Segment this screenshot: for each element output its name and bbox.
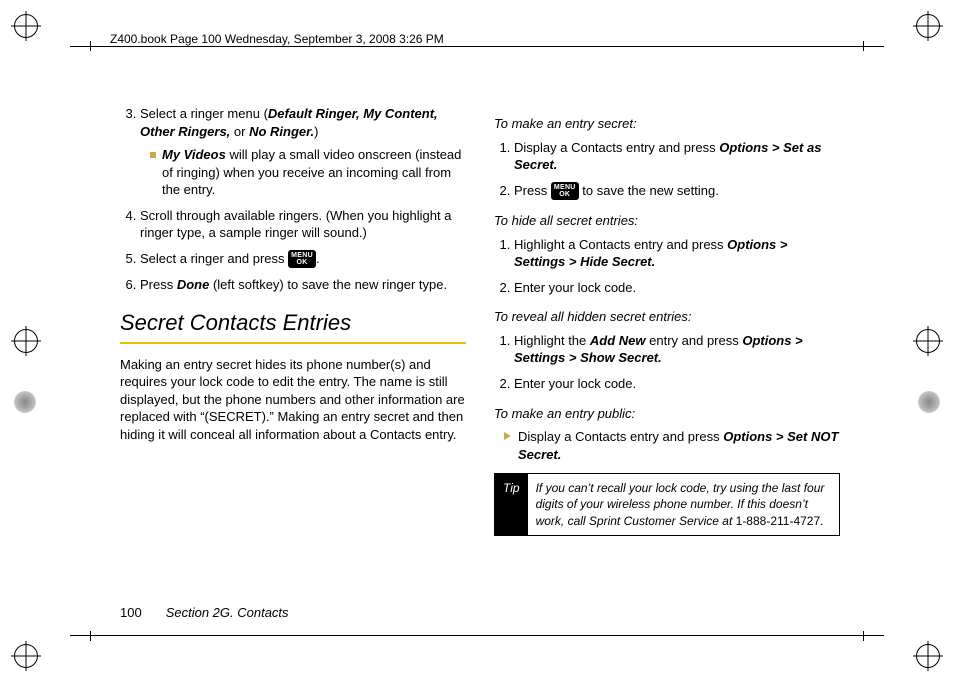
task1-step2: Press MENUOK to save the new setting. bbox=[514, 182, 840, 201]
left-column: Select a ringer menu (Default Ringer, My… bbox=[120, 105, 466, 605]
section-heading: Secret Contacts Entries bbox=[120, 308, 466, 338]
tick-icon bbox=[90, 631, 91, 641]
step-3-sub-item: My Videos will play a small video onscre… bbox=[150, 146, 466, 199]
t3s1b: entry and press bbox=[646, 333, 743, 348]
task3-step2: Enter your lock code. bbox=[514, 375, 840, 393]
registration-dot-icon bbox=[918, 391, 940, 413]
task4-steps: Display a Contacts entry and press Optio… bbox=[494, 428, 840, 463]
step-3-sub: My Videos will play a small video onscre… bbox=[140, 146, 466, 199]
tick-icon bbox=[863, 41, 864, 51]
step-5-a: Select a ringer and press bbox=[140, 251, 288, 266]
tip-label: Tip bbox=[495, 474, 528, 535]
step-3-or: or bbox=[230, 124, 249, 139]
page-number: 100 bbox=[120, 605, 142, 620]
crop-mark-icon bbox=[916, 14, 940, 38]
done-softkey: Done bbox=[177, 277, 210, 292]
crop-mark-icon bbox=[916, 644, 940, 668]
step-5: Select a ringer and press MENUOK. bbox=[140, 250, 466, 269]
step-3-close: ) bbox=[314, 124, 318, 139]
task4-step1: Display a Contacts entry and press Optio… bbox=[504, 428, 840, 463]
crop-mark-icon bbox=[916, 329, 940, 353]
task2-steps: Highlight a Contacts entry and press Opt… bbox=[494, 236, 840, 297]
registration-dot-icon bbox=[14, 391, 36, 413]
step-3-last: No Ringer. bbox=[249, 124, 314, 139]
t1s2b: to save the new setting. bbox=[579, 183, 719, 198]
step-6: Press Done (left softkey) to save the ne… bbox=[140, 276, 466, 294]
task1-steps: Display a Contacts entry and press Optio… bbox=[494, 139, 840, 201]
t4s1a: Display a Contacts entry and press bbox=[518, 429, 723, 444]
step-4: Scroll through available ringers. (When … bbox=[140, 207, 466, 242]
task3-steps: Highlight the Add New entry and press Op… bbox=[494, 332, 840, 393]
t2s1a: Highlight a Contacts entry and press bbox=[514, 237, 727, 252]
step-6-b: (left softkey) to save the new ringer ty… bbox=[209, 277, 447, 292]
menu-ok-key-icon: MENUOK bbox=[551, 182, 579, 200]
top-rule bbox=[70, 46, 884, 47]
tip-box: Tip If you can’t recall your lock code, … bbox=[494, 473, 840, 536]
crop-mark-icon bbox=[14, 644, 38, 668]
step-3: Select a ringer menu (Default Ringer, My… bbox=[140, 105, 466, 199]
menu-ok-key-icon: MENUOK bbox=[288, 250, 316, 268]
t1s2a: Press bbox=[514, 183, 551, 198]
t1s1a: Display a Contacts entry and press bbox=[514, 140, 719, 155]
task-make-secret: To make an entry secret: bbox=[494, 115, 840, 133]
page-header: Z400.book Page 100 Wednesday, September … bbox=[110, 32, 444, 46]
heading-rule bbox=[120, 342, 466, 344]
crop-mark-icon bbox=[14, 14, 38, 38]
my-videos-label: My Videos bbox=[162, 147, 226, 162]
tip-body: If you can’t recall your lock code, try … bbox=[528, 474, 839, 535]
task-hide-all: To hide all secret entries: bbox=[494, 212, 840, 230]
section-intro: Making an entry secret hides its phone n… bbox=[120, 356, 466, 444]
tip-phone: 1-888-211-4727. bbox=[736, 514, 824, 528]
task3-step1: Highlight the Add New entry and press Op… bbox=[514, 332, 840, 367]
bottom-rule bbox=[70, 635, 884, 636]
task1-step1: Display a Contacts entry and press Optio… bbox=[514, 139, 840, 174]
t3s1a: Highlight the bbox=[514, 333, 590, 348]
task2-step2: Enter your lock code. bbox=[514, 279, 840, 297]
tick-icon bbox=[863, 631, 864, 641]
step-3-lead: Select a ringer menu ( bbox=[140, 106, 268, 121]
t3s1bold: Add New bbox=[590, 333, 646, 348]
page-footer: 100 Section 2G. Contacts bbox=[120, 605, 289, 620]
task-make-public: To make an entry public: bbox=[494, 405, 840, 423]
step-6-a: Press bbox=[140, 277, 177, 292]
ringer-steps: Select a ringer menu (Default Ringer, My… bbox=[120, 105, 466, 294]
task2-step1: Highlight a Contacts entry and press Opt… bbox=[514, 236, 840, 271]
tick-icon bbox=[90, 41, 91, 51]
task-reveal-all: To reveal all hidden secret entries: bbox=[494, 308, 840, 326]
section-label: Section 2G. Contacts bbox=[166, 605, 289, 620]
crop-mark-icon bbox=[14, 329, 38, 353]
step-5-b: . bbox=[316, 251, 320, 266]
page-body: Select a ringer menu (Default Ringer, My… bbox=[120, 105, 840, 605]
right-column: To make an entry secret: Display a Conta… bbox=[494, 105, 840, 605]
